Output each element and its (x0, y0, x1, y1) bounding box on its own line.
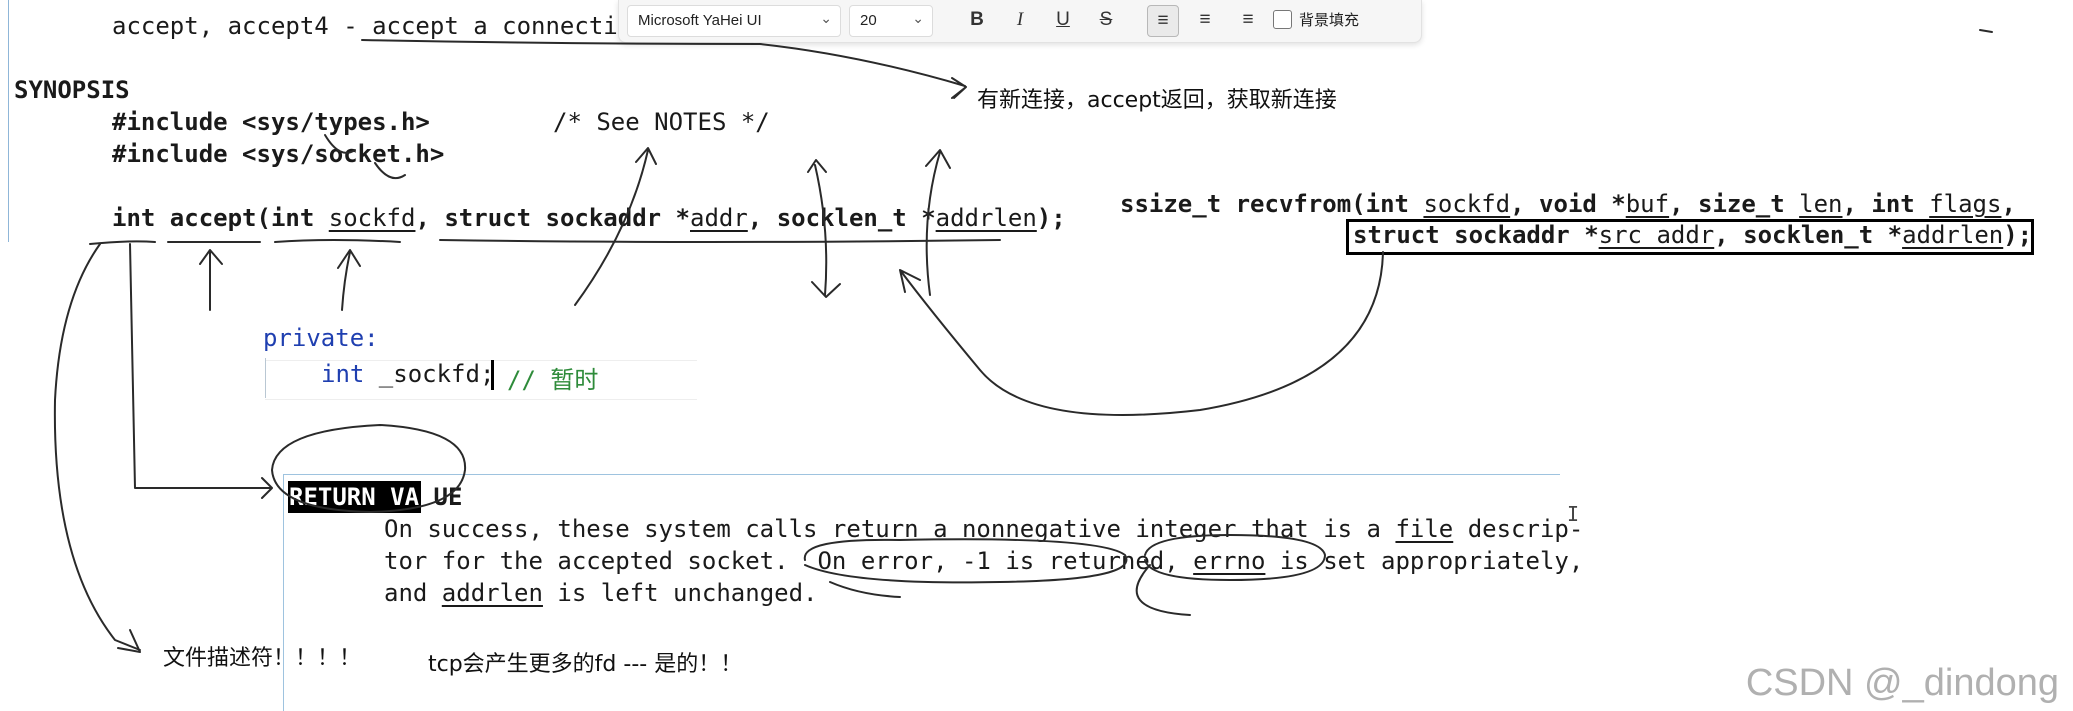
ink-curve-recvfrom (899, 251, 1384, 416)
ink-left-loop (53, 243, 141, 653)
ink-underline-sockfd (274, 239, 401, 243)
ink-arrow-addr (807, 159, 841, 298)
ink-arrow-return (129, 243, 273, 499)
ink-ellipse-error (803, 538, 1128, 584)
ink-tail-errno (1135, 564, 1191, 616)
ink-arrow-struct-notes (574, 147, 657, 306)
ink-tick-1 (324, 134, 356, 154)
ink-tick-2 (374, 162, 406, 179)
ink-ellipse-errno (1144, 534, 1326, 581)
ink-underline-struct (439, 239, 1001, 243)
ink-ellipse-return (271, 424, 467, 513)
ink-up-arrow-accept (199, 249, 223, 311)
handwriting-ink-layer (53, 29, 1993, 653)
ink-dash-topright (1979, 29, 1993, 33)
ink-arrow-addrlen (925, 149, 951, 296)
watermark: CSDN @_dindong (1745, 662, 2059, 704)
ink-arrow-to-new-conn (759, 43, 967, 99)
ink-tail-error (829, 581, 901, 598)
ink-underline-header (361, 39, 761, 45)
ink-up-arrow-sockfd (337, 249, 361, 311)
